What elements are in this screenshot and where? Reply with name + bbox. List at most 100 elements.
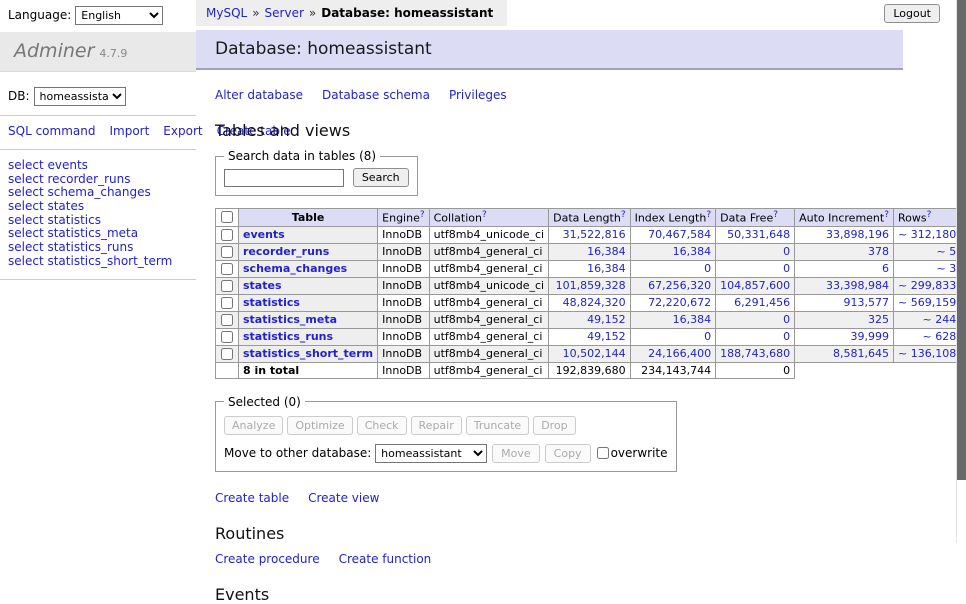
table-link-events[interactable]: events bbox=[243, 228, 285, 241]
help-link[interactable]: ? bbox=[621, 210, 626, 220]
index-length-link[interactable]: 24,166,400 bbox=[648, 347, 711, 360]
rows-count-link[interactable]: ~ 312,180 bbox=[898, 228, 956, 241]
data-free-link[interactable]: 0 bbox=[783, 262, 790, 275]
help-link[interactable]: ? bbox=[773, 210, 778, 220]
data-free-link[interactable]: 0 bbox=[783, 330, 790, 343]
row-checkbox[interactable] bbox=[221, 229, 233, 241]
auto-increment-link[interactable]: 378 bbox=[868, 245, 889, 258]
sidebar-link-import[interactable]: Import bbox=[109, 124, 149, 138]
index-length-link[interactable]: 67,256,320 bbox=[648, 279, 711, 292]
select-statistics-short-term-link[interactable]: select statistics_short_term bbox=[8, 254, 172, 268]
data-length-link[interactable]: 101,859,328 bbox=[556, 279, 626, 292]
rows-count-link[interactable]: ~ 569,159 bbox=[898, 296, 956, 309]
table-link-statistics[interactable]: statistics bbox=[243, 296, 300, 309]
link-create-procedure[interactable]: Create procedure bbox=[215, 552, 320, 566]
drop-button[interactable]: Drop bbox=[533, 416, 575, 435]
sidebar-link-sql-command[interactable]: SQL command bbox=[8, 124, 95, 138]
select-statistics-meta-link[interactable]: select statistics_meta bbox=[8, 226, 138, 240]
auto-increment-link[interactable]: 325 bbox=[868, 313, 889, 326]
auto-increment-link[interactable]: 6 bbox=[882, 262, 889, 275]
index-length-link[interactable]: 72,220,672 bbox=[648, 296, 711, 309]
index-length-link[interactable]: 0 bbox=[704, 330, 711, 343]
help-link[interactable]: ? bbox=[927, 210, 932, 220]
index-length-link[interactable]: 16,384 bbox=[673, 313, 712, 326]
data-length-link[interactable]: 10,502,144 bbox=[563, 347, 626, 360]
auto-increment-link[interactable]: 39,999 bbox=[851, 330, 890, 343]
row-checkbox[interactable] bbox=[221, 314, 233, 326]
rows-count-link[interactable]: ~ 136,108 bbox=[898, 347, 956, 360]
table-link-recorder-runs[interactable]: recorder_runs bbox=[243, 245, 329, 258]
table-link-states[interactable]: states bbox=[243, 279, 282, 292]
rows-count-link[interactable]: ~ 299,833 bbox=[898, 279, 956, 292]
truncate-button[interactable]: Truncate bbox=[466, 416, 529, 435]
link-privileges[interactable]: Privileges bbox=[449, 88, 507, 102]
logout-button[interactable]: Logout bbox=[884, 4, 940, 23]
repair-button[interactable]: Repair bbox=[411, 416, 462, 435]
select-schema-changes-link[interactable]: select schema_changes bbox=[8, 185, 151, 199]
select-statistics-link[interactable]: select statistics bbox=[8, 213, 101, 227]
row-checkbox[interactable] bbox=[221, 297, 233, 309]
data-length-link[interactable]: 48,824,320 bbox=[563, 296, 626, 309]
search-input[interactable] bbox=[224, 169, 344, 187]
link-create-table[interactable]: Create table bbox=[215, 491, 289, 505]
data-free-link[interactable]: 0 bbox=[783, 245, 790, 258]
row-checkbox[interactable] bbox=[221, 246, 233, 258]
overwrite-checkbox[interactable] bbox=[597, 447, 609, 459]
data-length-link[interactable]: 49,152 bbox=[587, 313, 626, 326]
data-length-link[interactable]: 49,152 bbox=[587, 330, 626, 343]
data-free-link[interactable]: 104,857,600 bbox=[720, 279, 790, 292]
select-states-link[interactable]: select states bbox=[8, 199, 84, 213]
auto-increment-link[interactable]: 913,577 bbox=[844, 296, 890, 309]
help-link[interactable]: ? bbox=[482, 210, 487, 220]
vertical-scrollbar[interactable] bbox=[956, 0, 966, 543]
row-checkbox[interactable] bbox=[221, 348, 233, 360]
data-length-link[interactable]: 16,384 bbox=[587, 245, 626, 258]
app-name[interactable]: Adminer bbox=[14, 40, 94, 62]
row-checkbox[interactable] bbox=[221, 331, 233, 343]
help-link[interactable]: ? bbox=[706, 210, 711, 220]
language-select[interactable]: English bbox=[75, 6, 163, 25]
link-alter-database[interactable]: Alter database bbox=[215, 88, 303, 102]
auto-increment-link[interactable]: 33,898,196 bbox=[826, 228, 889, 241]
help-link[interactable]: ? bbox=[884, 210, 889, 220]
data-free-link[interactable]: 188,743,680 bbox=[720, 347, 790, 360]
data-length-link[interactable]: 31,522,816 bbox=[563, 228, 626, 241]
select-statistics-runs-link[interactable]: select statistics_runs bbox=[8, 240, 133, 254]
auto-increment-link[interactable]: 33,398,984 bbox=[826, 279, 889, 292]
table-link-statistics-meta[interactable]: statistics_meta bbox=[243, 313, 337, 326]
rows-count-link[interactable]: ~ 244 bbox=[922, 313, 956, 326]
index-length-link[interactable]: 0 bbox=[704, 262, 711, 275]
search-button[interactable]: Search bbox=[353, 168, 409, 187]
app-version[interactable]: 4.7.9 bbox=[99, 47, 127, 60]
analyze-button[interactable]: Analyze bbox=[224, 416, 283, 435]
table-link-schema-changes[interactable]: schema_changes bbox=[243, 262, 347, 275]
data-free-link[interactable]: 50,331,648 bbox=[727, 228, 790, 241]
auto-increment-link[interactable]: 8,581,645 bbox=[833, 347, 889, 360]
check-button[interactable]: Check bbox=[357, 416, 407, 435]
help-link[interactable]: ? bbox=[420, 210, 425, 220]
select-all-checkbox[interactable] bbox=[221, 211, 233, 223]
index-length-link[interactable]: 16,384 bbox=[673, 245, 712, 258]
rows-count-link[interactable]: ~ 628 bbox=[922, 330, 956, 343]
optimize-button[interactable]: Optimize bbox=[287, 416, 352, 435]
rows-count-link[interactable]: ~ 3 bbox=[936, 262, 956, 275]
rows-count-link[interactable]: ~ 5 bbox=[936, 245, 956, 258]
select-events-link[interactable]: select events bbox=[8, 158, 88, 172]
data-free-link[interactable]: 6,291,456 bbox=[734, 296, 790, 309]
table-link-statistics-runs[interactable]: statistics_runs bbox=[243, 330, 333, 343]
link-create-view[interactable]: Create view bbox=[308, 491, 379, 505]
data-free-link[interactable]: 0 bbox=[783, 313, 790, 326]
copy-button[interactable]: Copy bbox=[545, 444, 591, 463]
row-checkbox[interactable] bbox=[221, 263, 233, 275]
link-database-schema[interactable]: Database schema bbox=[322, 88, 430, 102]
scrollbar-thumb[interactable] bbox=[957, 0, 966, 480]
move-db-select[interactable]: homeassistant bbox=[375, 444, 487, 463]
breadcrumb-server-link[interactable]: Server bbox=[265, 6, 304, 20]
index-length-link[interactable]: 70,467,584 bbox=[648, 228, 711, 241]
select-recorder-runs-link[interactable]: select recorder_runs bbox=[8, 172, 131, 186]
move-button[interactable]: Move bbox=[492, 444, 540, 463]
link-create-function[interactable]: Create function bbox=[339, 552, 432, 566]
row-checkbox[interactable] bbox=[221, 280, 233, 292]
data-length-link[interactable]: 16,384 bbox=[587, 262, 626, 275]
breadcrumb-mysql-link[interactable]: MySQL bbox=[206, 6, 247, 20]
